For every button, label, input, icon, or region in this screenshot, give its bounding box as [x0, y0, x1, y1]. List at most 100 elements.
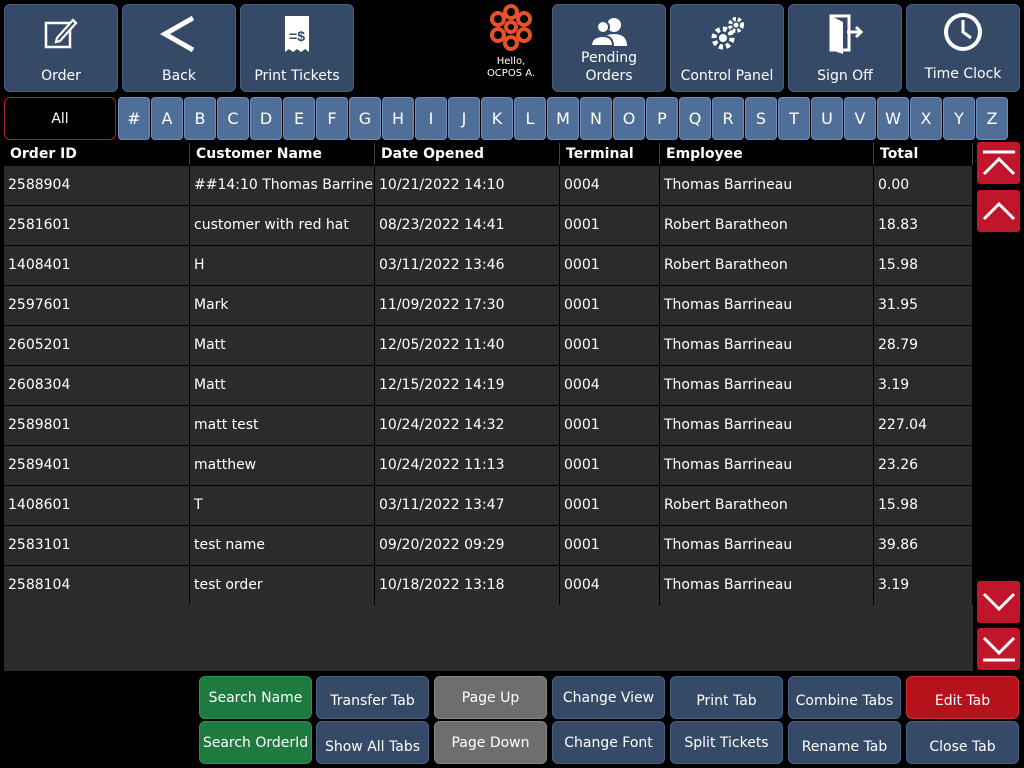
greeting-user: OCPOS A.: [486, 68, 536, 79]
order-button[interactable]: Order: [4, 4, 118, 92]
letter-filter-button[interactable]: Y: [943, 97, 975, 140]
control-panel-button[interactable]: Control Panel: [670, 4, 784, 92]
letter-filter-button[interactable]: Q: [679, 97, 711, 140]
letter-filter-button[interactable]: A: [151, 97, 183, 140]
letter-filter-button[interactable]: U: [811, 97, 843, 140]
back-button[interactable]: Back: [122, 4, 236, 92]
table-row[interactable]: 2597601 Mark 11/09/2022 17:30 0001 Thomas Ba…: [4, 285, 973, 325]
table-row[interactable]: 2588104 test order 10/18/2022 13:18 0004 Tho…: [4, 565, 973, 605]
column-header[interactable]: Customer Name: [190, 143, 375, 165]
show-all-tabs-button[interactable]: Show All Tabs: [316, 721, 429, 764]
table-row[interactable]: 2588904 ##14:10 Thomas Barrineau 10/21/202…: [4, 165, 973, 205]
page-up-button[interactable]: Page Up: [434, 676, 547, 719]
scroll-bottom-button[interactable]: [977, 628, 1020, 670]
table-row[interactable]: 2605201 Matt 12/05/2022 11:40 0001 Thomas Ba…: [4, 325, 973, 365]
order-id-cell: 1408401: [4, 246, 190, 285]
table-row[interactable]: 2589401 matthew 10/24/2022 11:13 0001 Thomas…: [4, 445, 973, 485]
order-id-cell: 2605201: [4, 326, 190, 365]
date-opened-cell: 12/05/2022 11:40: [375, 326, 560, 365]
column-header[interactable]: Order ID: [4, 143, 190, 165]
letter-filter-button[interactable]: R: [712, 97, 744, 140]
sign-off-button[interactable]: Sign Off: [788, 4, 902, 92]
terminal-cell: 0001: [560, 526, 660, 565]
customer-name-cell: Matt: [190, 326, 375, 365]
filter-all-button[interactable]: All: [4, 97, 116, 140]
letter-filter-button[interactable]: F: [316, 97, 348, 140]
letter-filter-button[interactable]: I: [415, 97, 447, 140]
date-opened-cell: 08/23/2022 14:41: [375, 206, 560, 245]
order-id-cell: 2583101: [4, 526, 190, 565]
table-row[interactable]: 1408401 H 03/11/2022 13:46 0001 Robert Barat…: [4, 245, 973, 285]
letter-filter-button[interactable]: C: [217, 97, 249, 140]
total-cell: 0.00: [874, 166, 973, 205]
column-header[interactable]: Total: [874, 143, 973, 165]
letter-filter-button[interactable]: S: [745, 97, 777, 140]
employee-cell: Thomas Barrineau: [660, 166, 874, 205]
scroll-top-button[interactable]: [977, 142, 1020, 184]
letter-filter-button[interactable]: K: [481, 97, 513, 140]
letter-filter-button[interactable]: O: [613, 97, 645, 140]
letter-filter-button[interactable]: Z: [976, 97, 1008, 140]
table-row[interactable]: 2608304 Matt 12/15/2022 14:19 0004 Thomas Ba…: [4, 365, 973, 405]
app-root: Order Back =$ Print Tickets Hello, OCPOS…: [0, 0, 1024, 768]
table-header: Order ID Customer Name Date Opened Termi…: [4, 143, 973, 165]
scroll-down-button[interactable]: [977, 581, 1020, 623]
print-tickets-label: Print Tickets: [254, 68, 340, 84]
date-opened-cell: 11/09/2022 17:30: [375, 286, 560, 325]
scroll-up-button[interactable]: [977, 190, 1020, 232]
page-down-button[interactable]: Page Down: [434, 721, 547, 764]
total-cell: 23.26: [874, 446, 973, 485]
close-tab-button[interactable]: Close Tab: [906, 721, 1019, 764]
letter-filter-button[interactable]: L: [514, 97, 546, 140]
order-id-cell: 2597601: [4, 286, 190, 325]
letter-filter-button[interactable]: P: [646, 97, 678, 140]
letter-filter-button[interactable]: J: [448, 97, 480, 140]
column-header[interactable]: Date Opened: [375, 143, 560, 165]
letter-filter-bar: # A B C D E F G H I J K L M N O P Q R S …: [118, 97, 1009, 140]
order-id-cell: 2589401: [4, 446, 190, 485]
letter-filter-button[interactable]: M: [547, 97, 579, 140]
date-opened-cell: 10/18/2022 13:18: [375, 566, 560, 605]
pending-orders-button[interactable]: Pending Orders: [552, 4, 666, 92]
print-tab-button[interactable]: Print Tab: [670, 676, 783, 719]
search-orderid-button[interactable]: Search OrderId: [199, 721, 312, 764]
letter-filter-button[interactable]: T: [778, 97, 810, 140]
terminal-cell: 0004: [560, 166, 660, 205]
column-header[interactable]: Terminal: [560, 143, 660, 165]
table-row[interactable]: 1408601 T 03/11/2022 13:47 0001 Robert Barat…: [4, 485, 973, 525]
edit-tab-button[interactable]: Edit Tab: [906, 676, 1019, 719]
change-font-button[interactable]: Change Font: [552, 721, 665, 764]
letter-filter-button[interactable]: X: [910, 97, 942, 140]
rename-tab-button[interactable]: Rename Tab: [788, 721, 901, 764]
employee-cell: Thomas Barrineau: [660, 526, 874, 565]
combine-tabs-button[interactable]: Combine Tabs: [788, 676, 901, 719]
letter-filter-button[interactable]: N: [580, 97, 612, 140]
terminal-cell: 0001: [560, 246, 660, 285]
letter-filter-button[interactable]: B: [184, 97, 216, 140]
time-clock-button[interactable]: Time Clock: [906, 4, 1020, 92]
letter-filter-button[interactable]: V: [844, 97, 876, 140]
table-row[interactable]: 2581601 customer with red hat 08/23/2022 1…: [4, 205, 973, 245]
table-row[interactable]: 2589801 matt test 10/24/2022 14:32 0001 Thom…: [4, 405, 973, 445]
letter-filter-button[interactable]: E: [283, 97, 315, 140]
change-view-button[interactable]: Change View: [552, 676, 665, 719]
print-tickets-button[interactable]: =$ Print Tickets: [240, 4, 354, 92]
gears-icon: [671, 13, 783, 55]
total-cell: 227.04: [874, 406, 973, 445]
total-cell: 3.19: [874, 366, 973, 405]
terminal-cell: 0001: [560, 446, 660, 485]
date-opened-cell: 10/24/2022 11:13: [375, 446, 560, 485]
search-name-button[interactable]: Search Name: [199, 676, 312, 719]
letter-filter-button[interactable]: D: [250, 97, 282, 140]
letter-filter-button[interactable]: #: [118, 97, 150, 140]
transfer-tab-button[interactable]: Transfer Tab: [316, 676, 429, 719]
pending-orders-label: Pending Orders: [581, 50, 637, 84]
letter-filter-button[interactable]: H: [382, 97, 414, 140]
column-header[interactable]: Employee: [660, 143, 874, 165]
letter-filter-button[interactable]: G: [349, 97, 381, 140]
date-opened-cell: 10/24/2022 14:32: [375, 406, 560, 445]
table-row[interactable]: 2583101 test name 09/20/2022 09:29 0001 Thom…: [4, 525, 973, 565]
split-tickets-button[interactable]: Split Tickets: [670, 721, 783, 764]
letter-filter-button[interactable]: W: [877, 97, 909, 140]
employee-cell: Thomas Barrineau: [660, 446, 874, 485]
